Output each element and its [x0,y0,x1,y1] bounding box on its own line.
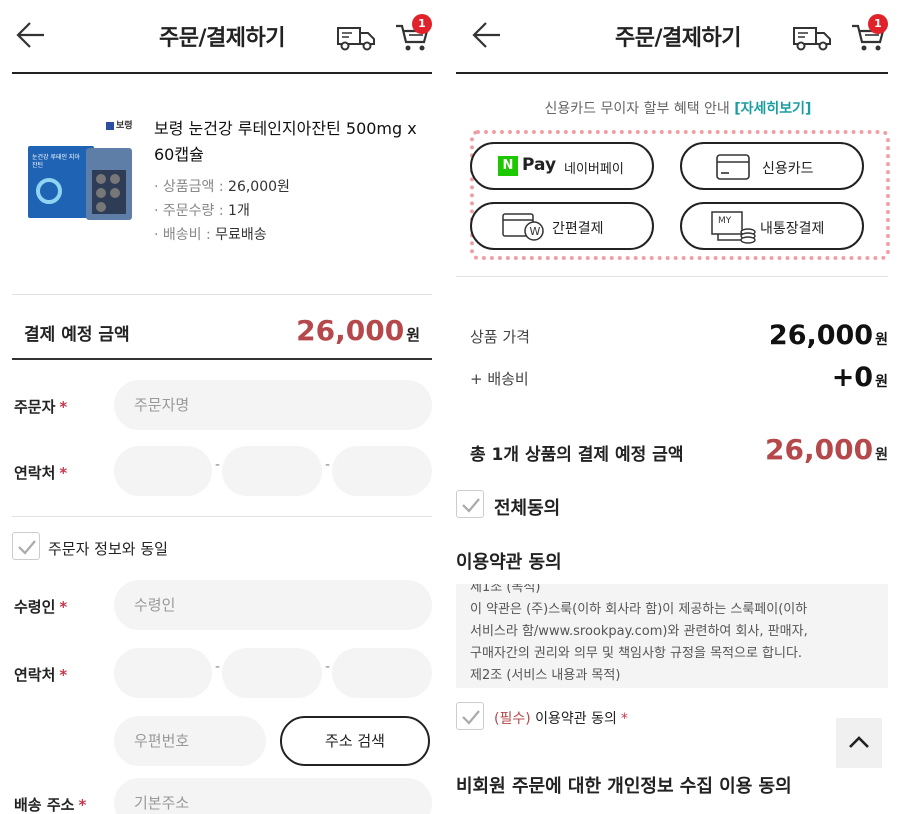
product-image: 보령 눈건강 루테인 지아잔틴 [22,116,140,222]
simple-pay-label: 간편결제 [552,221,604,237]
phone-part1-input[interactable] [114,446,212,496]
phone-dash: - [215,659,221,675]
product-shipping-row: · 배송비 : 무료배송 [154,227,267,243]
my-account-icon: MY [711,211,756,244]
address-input[interactable]: 기본주소 [114,778,432,814]
header: 주문/결제하기 1 [0,0,444,74]
terms-required-label: (필수) 이용약관 동의 * [494,711,628,727]
phone2-part1-input[interactable] [114,648,212,698]
payment-amount: 26,000 원 [296,314,420,347]
header-divider [12,72,432,74]
right-panel: 주문/결제하기 1 신용카드 무이자 할부 혜택 안내 [자세히보기] N Pa… [456,0,900,814]
naver-n-icon: N [498,156,518,176]
svg-text:MY: MY [718,216,732,226]
receiver-label: 수령인 * [14,598,68,616]
cart-count-badge: 1 [868,14,888,34]
credit-card-icon [716,154,750,180]
contact2-label: 연락처 * [14,666,68,684]
simple-pay-button[interactable]: W 간편결제 [470,202,654,250]
price-value: 26,000 원 [768,320,888,351]
left-panel: 주문/결제하기 1 보령 눈건강 루테인 지아잔틴 보령 눈건강 루테인지아잔틴… [0,0,444,814]
total-label: 총 1개 상품의 결제 예정 금액 [470,445,684,465]
credit-card-label: 신용카드 [762,161,814,177]
shipping-label: + 배송비 [470,370,529,388]
brand-logo: 보령 [106,118,133,131]
naverpay-logo: Pay [522,155,557,175]
divider [12,358,432,360]
terms-required-checkbox[interactable] [456,702,484,730]
same-info-label: 주문자 정보와 동일 [48,540,168,558]
terms-line: 제1조 (목적) [470,584,541,595]
svg-text:W: W [530,225,541,238]
privacy-title: 비회원 주문에 대한 개인정보 수집 이용 동의 [456,776,792,797]
panel-gap [444,0,456,814]
naverpay-button[interactable]: N Pay 네이버페이 [470,142,654,190]
truck-icon[interactable] [792,22,832,52]
wallet-won-icon: W [502,213,544,241]
terms-title: 이용약관 동의 [456,552,562,573]
orderer-label: 주문자 * [14,398,68,416]
page-title: 주문/결제하기 [159,26,285,51]
installment-info: 신용카드 무이자 할부 혜택 안내 [자세히보기] [544,101,812,117]
checkmark-icon [18,540,36,555]
product-qty-row: · 주문수량 : 1개 [154,203,250,219]
phone-part3-input[interactable] [332,446,432,496]
address-search-button[interactable]: 주소 검색 [280,716,430,766]
orderer-input[interactable]: 주문자명 [114,380,432,430]
checkmark-icon [462,710,480,725]
product-price-row: · 상품금액 : 26,000원 [154,179,290,195]
terms-line: 서비스라 함/www.srookpay.com)와 관련하여 회사, 판매자, [470,624,808,639]
terms-line: 구매자간의 권리와 의무 및 책임사항 규정을 목적으로 합니다. [470,646,803,661]
bank-pay-label: 내통장결제 [760,221,825,237]
payment-label: 결제 예정 금액 [24,325,130,345]
total-amount: 26,000 원 [765,433,888,466]
terms-line: 제2조 (서비스 내용과 목적) [470,668,621,683]
phone2-part3-input[interactable] [332,648,432,698]
phone-dash: - [325,457,331,473]
price-label: 상품 가격 [470,328,530,346]
divider [456,276,888,277]
divider [12,516,432,517]
phone2-part2-input[interactable] [222,648,322,698]
agree-all-label: 전체동의 [494,498,561,519]
cart-count-badge: 1 [412,14,432,34]
checkmark-icon [462,498,480,513]
postcode-input[interactable]: 우편번호 [114,716,266,766]
address-label: 배송 주소 * [14,796,87,814]
page-title: 주문/결제하기 [615,26,741,51]
receiver-input[interactable]: 수령인 [114,580,432,630]
naverpay-label: 네이버페이 [564,162,624,177]
terms-scroll-box[interactable]: 제1조 (목적) 이 약관은 (주)스룩(이하 회사라 함)이 제공하는 스룩페… [456,584,888,688]
contact-label: 연락처 * [14,464,68,482]
credit-card-button[interactable]: 신용카드 [680,142,864,190]
phone-dash: - [215,457,221,473]
scroll-top-button[interactable] [836,718,882,768]
details-link[interactable]: [자세히보기] [734,101,811,117]
header-divider [456,72,888,74]
phone-dash: - [325,659,331,675]
product-name[interactable]: 보령 눈건강 루테인지아잔틴 500mg x 60캡슐 [154,116,438,168]
shipping-value: +0 원 [831,362,888,393]
header: 주문/결제하기 1 [456,0,900,74]
terms-line: 이 약관은 (주)스룩(이하 회사라 함)이 제공하는 스룩페이(이하 [470,602,808,617]
truck-icon[interactable] [336,22,376,52]
chevron-up-icon [849,736,869,748]
divider [12,294,432,295]
phone-part2-input[interactable] [222,446,322,496]
bank-pay-button[interactable]: MY 내통장결제 [680,202,864,250]
agree-all-checkbox[interactable] [456,490,484,518]
same-info-checkbox[interactable] [12,532,40,560]
